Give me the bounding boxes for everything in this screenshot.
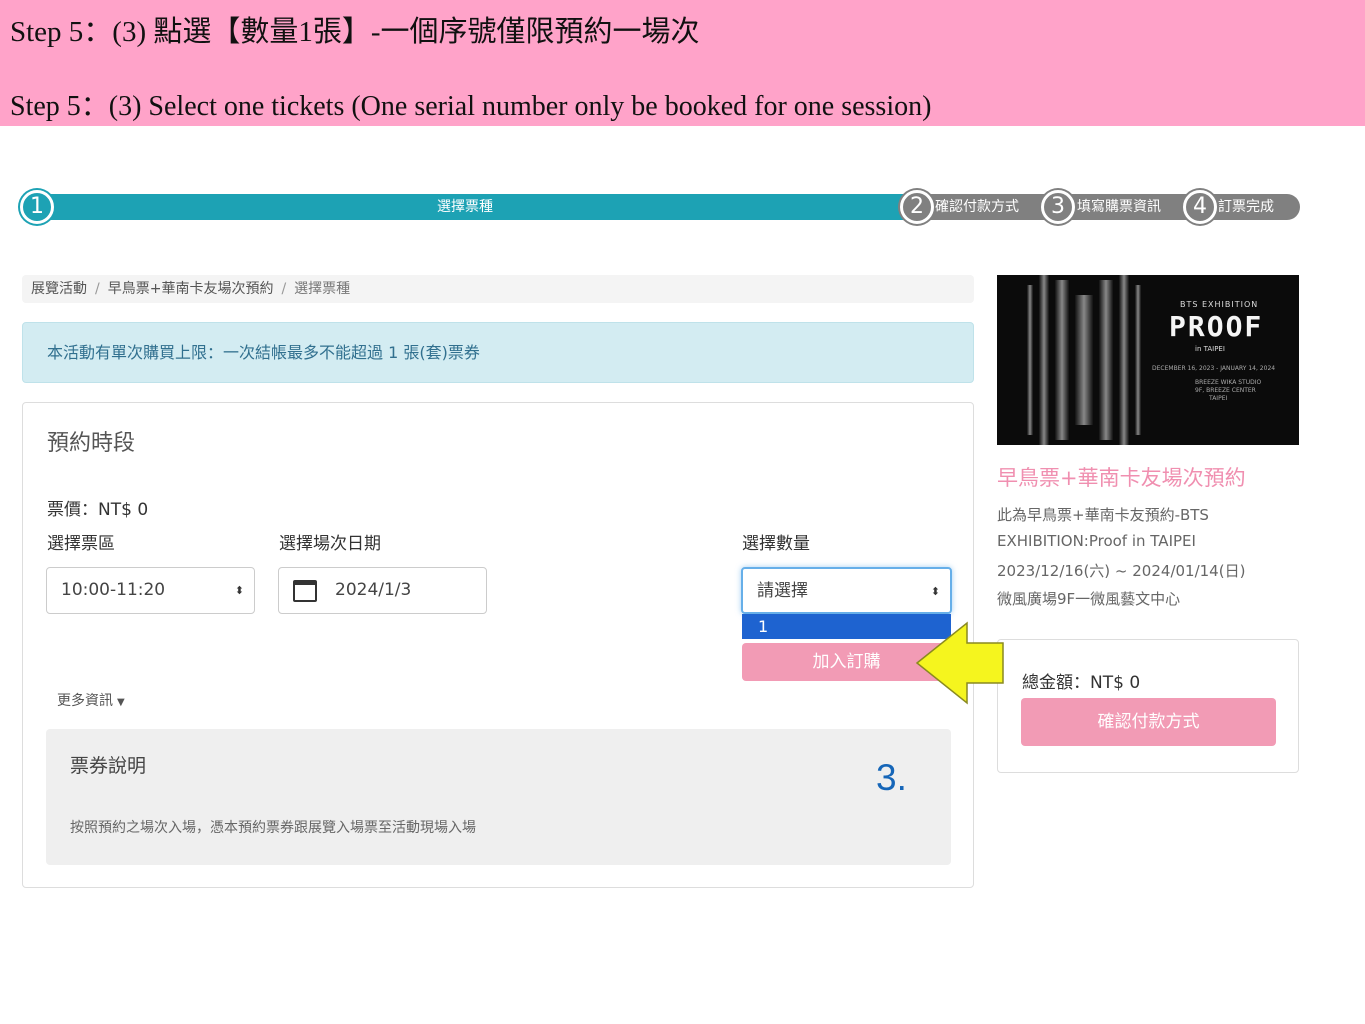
instruction-line-en: Step 5：(3) Select one tickets (One seria…: [10, 91, 932, 122]
breadcrumb-separator: /: [281, 281, 287, 297]
select-updown-icon: ⬍: [930, 585, 940, 598]
event-poster: BTS EXHIBITION PROOF in TAIPEI DECEMBER …: [997, 275, 1299, 445]
date-picker[interactable]: 2024/1/3: [278, 567, 487, 614]
poster-venue-2: 9F, BREEZE CENTER: [1195, 387, 1256, 394]
confirm-payment-button[interactable]: 確認付款方式: [1021, 698, 1276, 746]
step1-label: 選擇票種: [437, 199, 493, 215]
event-desc-line3: 2023/12/16(六) ~ 2024/01/14(日): [997, 562, 1246, 580]
ticket-price: 票價：NT$ 0: [47, 500, 149, 520]
order-summary: 總金額：NT$ 0 確認付款方式: [997, 639, 1299, 773]
quantity-select-placeholder: 請選擇: [757, 581, 808, 601]
purchase-limit-alert: 本活動有單次購買上限：一次結帳最多不能超過 1 張(套)票券: [22, 322, 974, 383]
zone-label: 選擇票區: [47, 534, 115, 554]
yellow-arrow-icon: [915, 621, 1004, 705]
breadcrumb-exhibitions[interactable]: 展覽活動: [31, 281, 87, 297]
ticket-description: 票券說明 按照預約之場次入場，憑本預約票券跟展覽入場票至活動現場入場 3.: [46, 729, 951, 865]
zone-select[interactable]: 10:00-11:20 ⬍: [46, 567, 255, 614]
calendar-icon: [293, 580, 317, 602]
poster-small-title: BTS EXHIBITION: [1180, 300, 1259, 309]
date-value: 2024/1/3: [335, 580, 412, 600]
booking-title: 預約時段: [47, 431, 136, 456]
instruction-line-zh: Step 5：(3) 點選【數量1張】-一個序號僅限預約一場次: [10, 16, 700, 48]
step4-label: 訂票完成: [1218, 199, 1274, 215]
step4-circle: 4: [1183, 190, 1217, 224]
step3-circle: 3: [1041, 190, 1075, 224]
step2-label: 確認付款方式: [935, 199, 1019, 215]
select-updown-icon: ⬍: [234, 584, 244, 597]
zone-select-value: 10:00-11:20: [61, 580, 166, 600]
poster-venue-3: TAIPEI: [1209, 395, 1228, 402]
checkout-progress: 選擇票種 1 2 確認付款方式 3 填寫購票資訊 4 訂票完成: [20, 190, 1300, 224]
more-info-toggle[interactable]: 更多資訊 ▼: [57, 690, 125, 710]
poster-venue-1: BREEZE WIKA STUDIO: [1195, 379, 1262, 386]
step2-circle: 2: [900, 190, 934, 224]
event-desc-line4: 微風廣場9F一微風藝文中心: [997, 590, 1181, 608]
poster-dates: DECEMBER 16, 2023 - JANUARY 14, 2024: [1152, 365, 1276, 372]
instruction-banner: Step 5：(3) 點選【數量1張】-一個序號僅限預約一場次 Step 5：(…: [0, 0, 1365, 126]
ticket-description-body: 按照預約之場次入場，憑本預約票券跟展覽入場票至活動現場入場: [70, 820, 476, 836]
step-annotation: 3.: [876, 757, 907, 798]
breadcrumb: 展覽活動 / 早鳥票+華南卡友場次預約 / 選擇票種: [22, 275, 974, 303]
more-info-label: 更多資訊: [57, 693, 113, 709]
breadcrumb-separator: /: [95, 281, 100, 297]
step1-circle: 1: [20, 190, 54, 224]
total-amount: 總金額：NT$ 0: [1022, 673, 1141, 693]
date-label: 選擇場次日期: [279, 534, 381, 554]
quantity-select[interactable]: 請選擇 ⬍: [741, 567, 952, 614]
caret-down-icon: ▼: [117, 697, 125, 708]
breadcrumb-event[interactable]: 早鳥票+華南卡友場次預約: [108, 281, 274, 297]
event-desc-line2: EXHIBITION:Proof in TAIPEI: [997, 532, 1196, 550]
event-title: 早鳥票+華南卡友場次預約: [997, 466, 1246, 490]
breadcrumb-current: 選擇票種: [294, 281, 351, 297]
booking-card: 預約時段 票價：NT$ 0 選擇票區 選擇場次日期 選擇數量 10:00-11:…: [22, 402, 974, 888]
poster-subtitle: in TAIPEI: [1195, 345, 1225, 353]
ticket-description-title: 票券說明: [70, 755, 147, 777]
event-desc-line1: 此為早鳥票+華南卡友預約-BTS: [997, 506, 1209, 524]
poster-title: PROOF: [1169, 310, 1264, 343]
step3-label: 填寫購票資訊: [1077, 199, 1161, 215]
poster-graphic: [1017, 275, 1147, 445]
quantity-label: 選擇數量: [742, 534, 810, 554]
